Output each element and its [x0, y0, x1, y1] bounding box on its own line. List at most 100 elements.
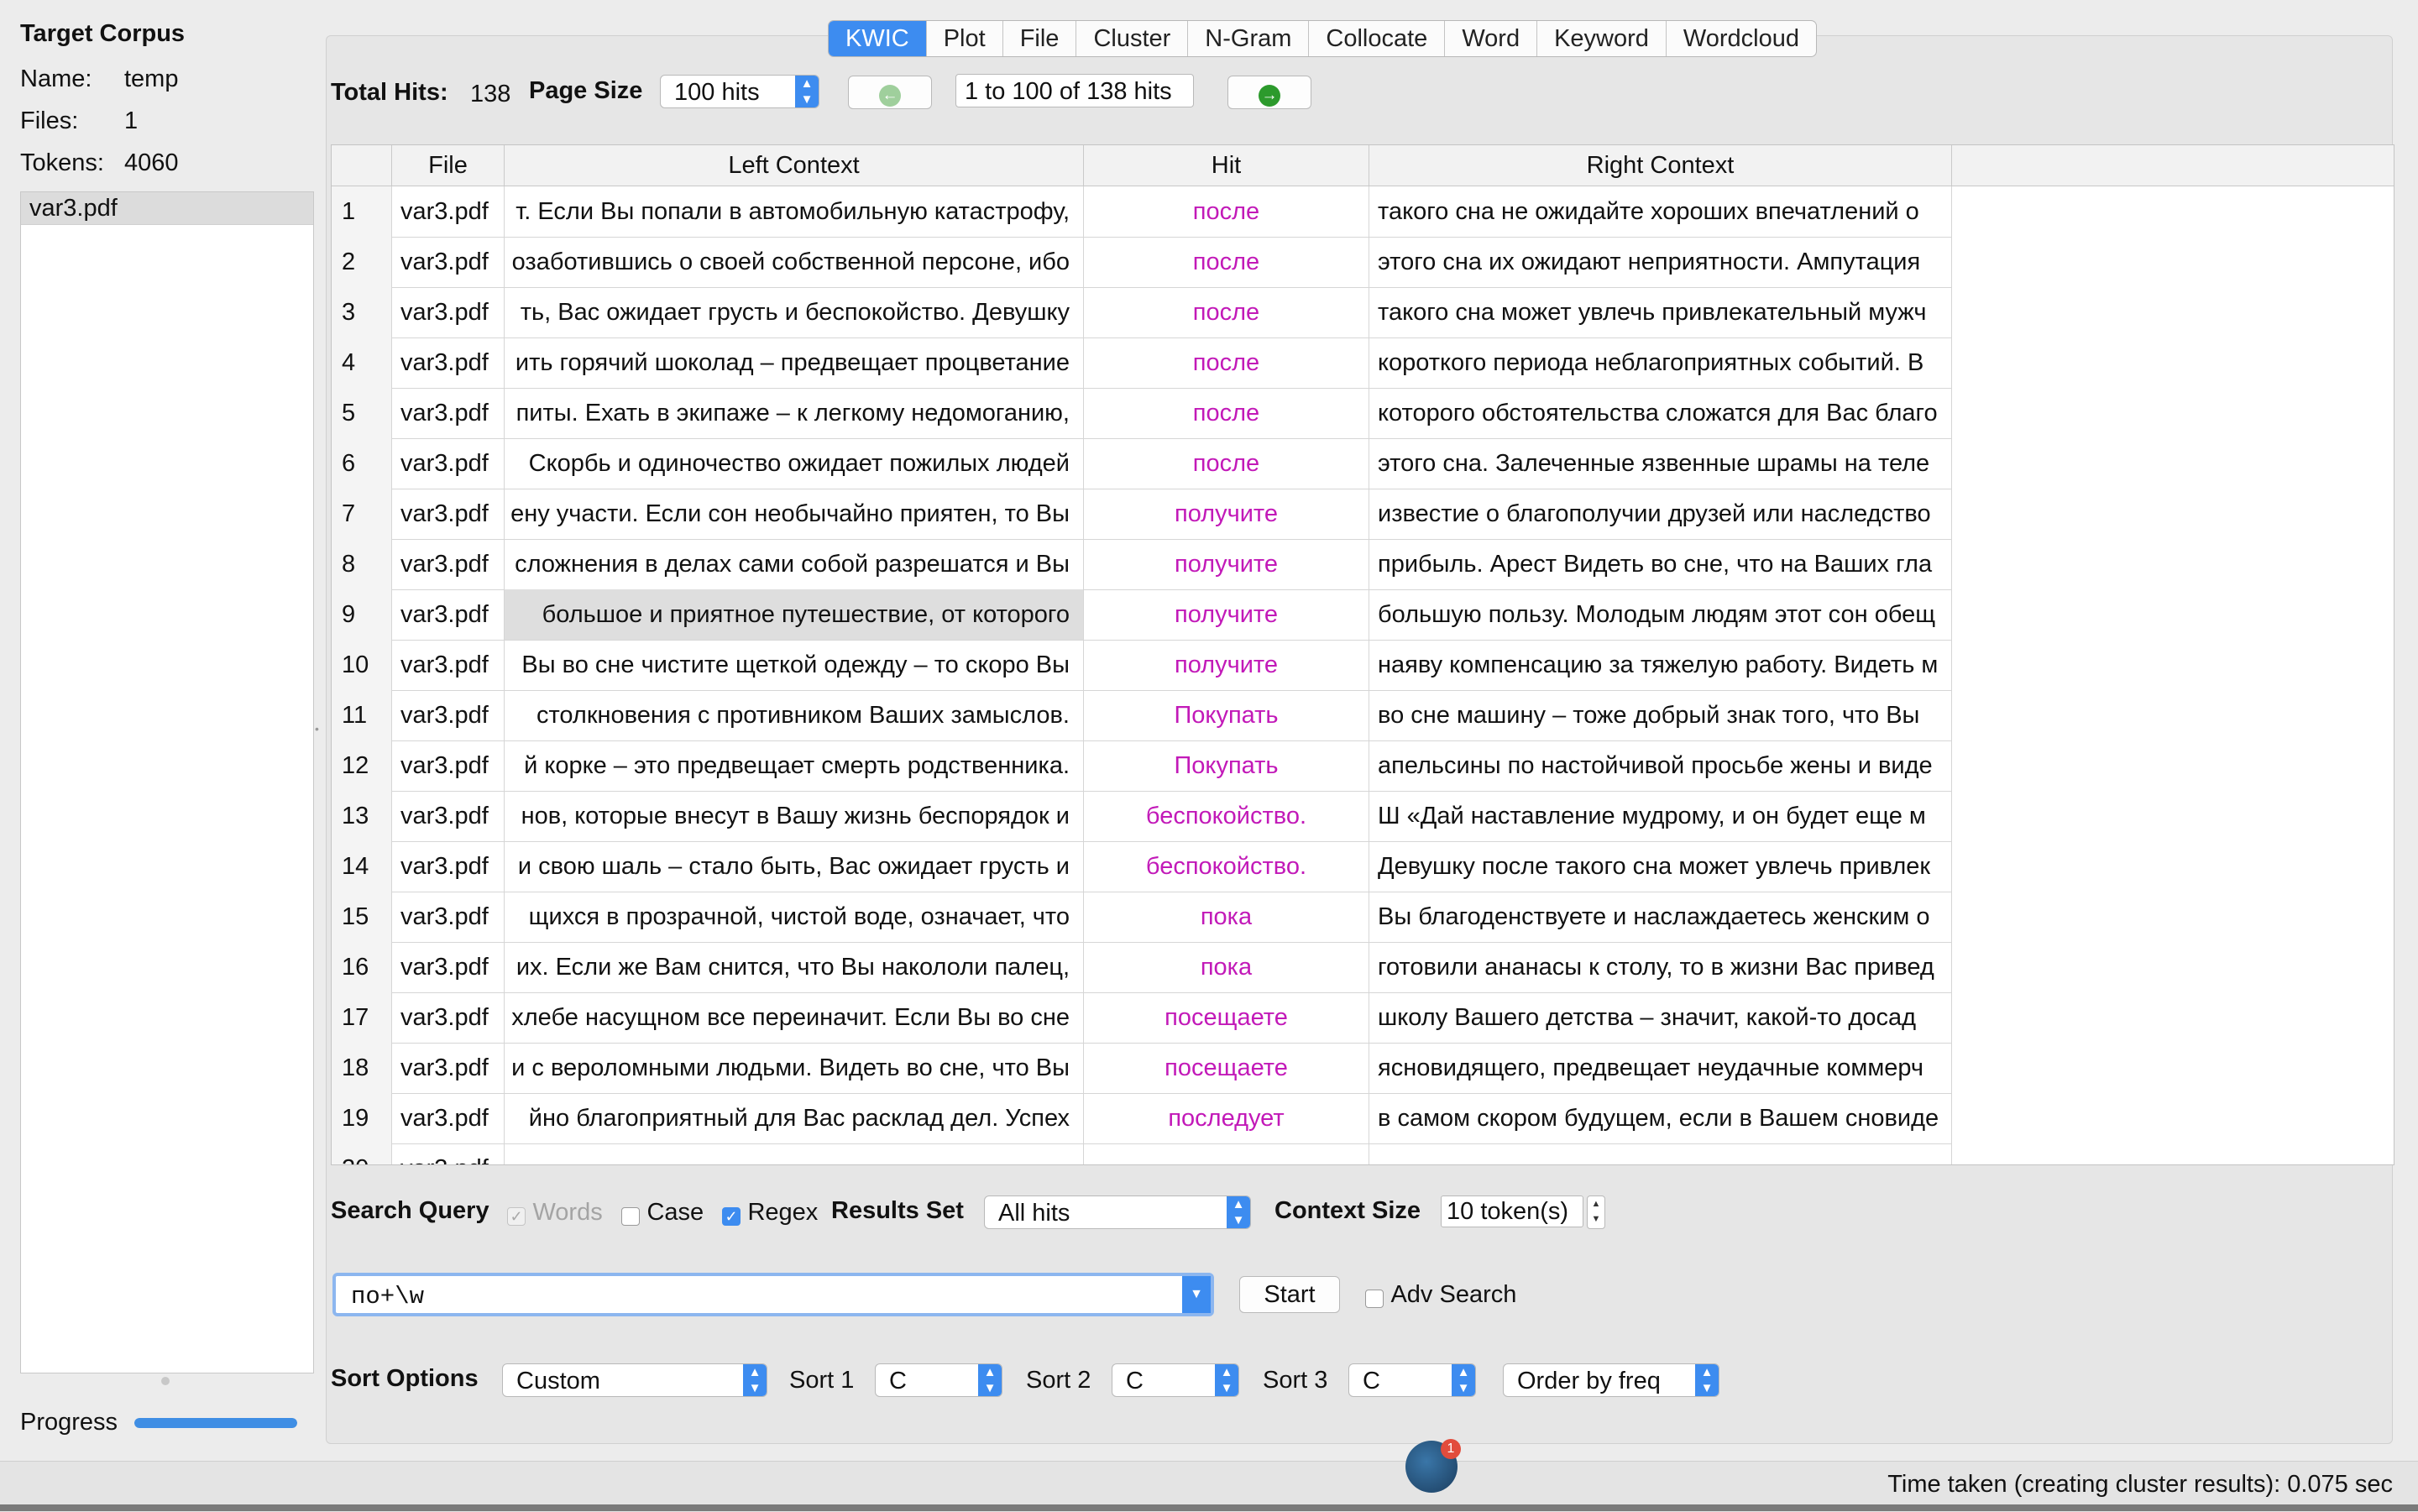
right-context-cell[interactable]	[1369, 1143, 1952, 1164]
right-context-cell[interactable]: наяву компенсацию за тяжелую работу. Вид…	[1369, 640, 1952, 690]
table-row[interactable]: 18 var3.pdf и с вероломными людьми. Видеть…	[332, 1043, 1952, 1094]
file-cell[interactable]: var3.pdf	[392, 388, 505, 438]
left-context-cell[interactable]: ену участи. Если сон необычайно приятен,…	[505, 489, 1084, 539]
left-context-cell[interactable]: Вы во сне чистите щеткой одежду – то ско…	[505, 640, 1084, 690]
row-number-cell[interactable]: 18	[332, 1043, 392, 1093]
row-number-cell[interactable]: 7	[332, 489, 392, 539]
table-row[interactable]: 20var3.pdf	[332, 1143, 1952, 1164]
hit-cell[interactable]: Покупать	[1084, 740, 1369, 791]
kwic-results-table[interactable]: File Left Context Hit Right Context 1 var…	[331, 144, 2394, 1165]
left-context-cell[interactable]: т. Если Вы попали в автомобильную катаст…	[505, 186, 1084, 237]
file-cell[interactable]: var3.pdf	[392, 690, 505, 740]
right-context-cell[interactable]: апельсины по настойчивой просьбе жены и …	[1369, 740, 1952, 791]
left-context-cell[interactable]: сложнения в делах сами собой разрешатся …	[505, 539, 1084, 589]
row-number-cell[interactable]: 15	[332, 892, 392, 942]
header-hit[interactable]: Hit	[1084, 145, 1369, 186]
file-cell[interactable]: var3.pdf	[392, 740, 505, 791]
right-context-cell[interactable]: короткого периода неблагоприятных событи…	[1369, 337, 1952, 388]
hit-cell[interactable]: получите	[1084, 539, 1369, 589]
split-handle[interactable]	[161, 1377, 170, 1385]
vertical-split-handle[interactable]: •	[315, 722, 323, 735]
left-context-cell[interactable]: и с вероломными людьми. Видеть во сне, ч…	[505, 1043, 1084, 1093]
table-row[interactable]: 17 var3.pdf хлебе насущном все переиначит.…	[332, 992, 1952, 1044]
file-cell[interactable]: var3.pdf	[392, 287, 505, 337]
row-number-cell[interactable]: 16	[332, 942, 392, 992]
file-cell[interactable]: var3.pdf	[392, 1093, 505, 1143]
file-cell[interactable]: var3.pdf	[392, 237, 505, 287]
left-context-cell[interactable]: ить горячий шоколад – предвещает процвет…	[505, 337, 1084, 388]
file-list-item[interactable]: var3.pdf	[21, 192, 313, 225]
hit-cell[interactable]: после	[1084, 337, 1369, 388]
table-row[interactable]: 4 var3.pdf ить горячий шоколад – предвещае…	[332, 337, 1952, 389]
file-cell[interactable]: var3.pdf	[392, 942, 505, 992]
header-row-number[interactable]	[332, 145, 392, 186]
row-number-cell[interactable]: 10	[332, 640, 392, 690]
left-context-cell[interactable]: большое и приятное путешествие, от котор…	[505, 589, 1084, 640]
file-cell[interactable]: var3.pdf	[392, 892, 505, 942]
tab-plot[interactable]: Plot	[927, 21, 1003, 56]
tab-kwic[interactable]: KWIC	[829, 21, 927, 56]
hit-cell[interactable]: после	[1084, 388, 1369, 438]
table-row[interactable]: 9 var3.pdf большое и приятное путешествие,…	[332, 589, 1952, 641]
tab-word[interactable]: Word	[1445, 21, 1538, 56]
table-row[interactable]: 16 var3.pdf их. Если же Вам снится, что Вы…	[332, 942, 1952, 993]
left-context-cell[interactable]: йно благоприятный для Вас расклад дел. У…	[505, 1093, 1084, 1143]
hit-cell[interactable]: беспокойство.	[1084, 791, 1369, 841]
file-cell[interactable]: var3.pdf	[392, 489, 505, 539]
sort1-select[interactable]: C ▲ ▼	[875, 1363, 1002, 1397]
left-context-cell[interactable]: питы. Ехать в экипаже – к легкому недомо…	[505, 388, 1084, 438]
hit-cell[interactable]: получите	[1084, 589, 1369, 640]
file-cell[interactable]: var3.pdf	[392, 791, 505, 841]
table-row[interactable]: 7 var3.pdf ену участи. Если сон необычайно…	[332, 489, 1952, 540]
row-number-cell[interactable]: 6	[332, 438, 392, 489]
table-row[interactable]: 1 var3.pdf т. Если Вы попали в автомобильн…	[332, 186, 1952, 238]
row-number-cell[interactable]: 11	[332, 690, 392, 740]
row-number-cell[interactable]: 1	[332, 186, 392, 237]
context-size-spinner[interactable]: 10 token(s) ▲ ▼	[1441, 1195, 1605, 1229]
table-row[interactable]: 12 var3.pdf й корке – это предвещает смерт…	[332, 740, 1952, 792]
sort2-select[interactable]: C ▲ ▼	[1112, 1363, 1239, 1397]
header-left-context[interactable]: Left Context	[505, 145, 1084, 186]
table-row[interactable]: 3 var3.pdf ть, Вас ожидает грусть и беспок…	[332, 287, 1952, 338]
previous-page-button[interactable]: ←	[848, 76, 932, 109]
header-right-context[interactable]: Right Context	[1369, 145, 1952, 186]
tab-wordcloud[interactable]: Wordcloud	[1667, 21, 1816, 56]
hit-cell[interactable]: получите	[1084, 640, 1369, 690]
hit-cell[interactable]: после	[1084, 287, 1369, 337]
spinner-arrows-icon[interactable]: ▲ ▼	[1587, 1195, 1605, 1229]
right-context-cell[interactable]: Девушку после такого сна может увлечь пр…	[1369, 841, 1952, 892]
tab-file[interactable]: File	[1003, 21, 1077, 56]
right-context-cell[interactable]: Ш «Дай наставление мудрому, и он будет е…	[1369, 791, 1952, 841]
hit-cell[interactable]: Покупать	[1084, 690, 1369, 740]
table-row[interactable]: 14 var3.pdf и свою шаль – стало быть, Вас …	[332, 841, 1952, 892]
tab-collocate[interactable]: Collocate	[1309, 21, 1446, 56]
right-context-cell[interactable]: большую пользу. Молодым людям этот сон о…	[1369, 589, 1952, 640]
right-context-cell[interactable]: прибыль. Арест Видеть во сне, что на Ваш…	[1369, 539, 1952, 589]
table-row[interactable]: 19 var3.pdf йно благоприятный для Вас раск…	[332, 1093, 1952, 1144]
row-number-cell[interactable]: 20	[332, 1143, 392, 1164]
row-number-cell[interactable]: 9	[332, 589, 392, 640]
file-cell[interactable]: var3.pdf	[392, 589, 505, 640]
hit-cell[interactable]: беспокойство.	[1084, 841, 1369, 892]
hit-cell[interactable]: посещаете	[1084, 992, 1369, 1043]
right-context-cell[interactable]: такого сна может увлечь привлекательный …	[1369, 287, 1952, 337]
table-row[interactable]: 8 var3.pdf сложнения в делах сами собой ра…	[332, 539, 1952, 590]
left-context-cell[interactable]: их. Если же Вам снится, что Вы накололи …	[505, 942, 1084, 992]
case-checkbox[interactable]: Case	[621, 1199, 704, 1227]
left-context-cell[interactable]: озаботившись о своей собственной персоне…	[505, 237, 1084, 287]
file-cell[interactable]: var3.pdf	[392, 186, 505, 237]
left-context-cell[interactable]	[505, 1143, 1084, 1164]
row-number-cell[interactable]: 2	[332, 237, 392, 287]
hit-cell[interactable]: пока	[1084, 942, 1369, 992]
search-query-field[interactable]: ▼	[332, 1273, 1214, 1316]
sort-order-select[interactable]: Order by freq ▲ ▼	[1503, 1363, 1719, 1397]
row-number-cell[interactable]: 5	[332, 388, 392, 438]
hit-cell[interactable]: после	[1084, 438, 1369, 489]
left-context-cell[interactable]: и свою шаль – стало быть, Вас ожидает гр…	[505, 841, 1084, 892]
right-context-cell[interactable]: Вы благоденствуете и наслаждаетесь женск…	[1369, 892, 1952, 942]
page-size-select[interactable]: 100 hits ▲ ▼	[660, 75, 819, 108]
hit-cell[interactable]: посещаете	[1084, 1043, 1369, 1093]
sort3-select[interactable]: C ▲ ▼	[1348, 1363, 1476, 1397]
regex-checkbox[interactable]: ✓ Regex	[722, 1199, 818, 1227]
row-number-cell[interactable]: 8	[332, 539, 392, 589]
